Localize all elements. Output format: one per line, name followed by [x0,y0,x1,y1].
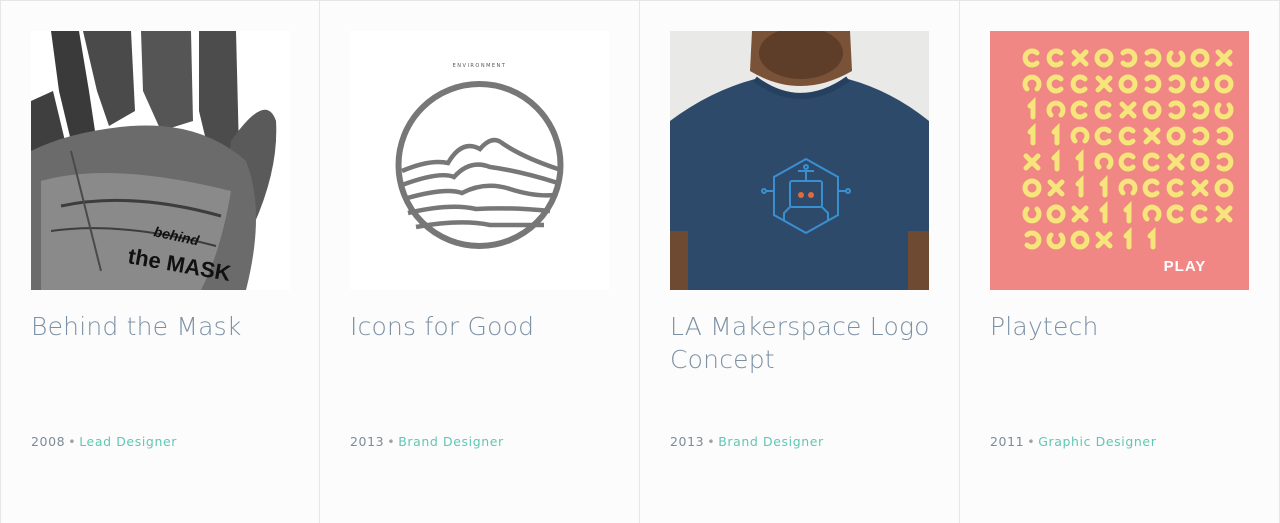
project-thumbnail[interactable]: ENVIRONMENT [350,31,609,290]
project-year: 2011 [990,434,1025,449]
project-thumbnail[interactable]: PLAY [990,31,1249,290]
meta-separator: • [1027,434,1036,449]
project-thumbnail[interactable]: behind the MASK [31,31,290,290]
mountain-circle-icon: ENVIRONMENT [350,31,609,290]
project-card-playtech[interactable]: PLAY Playtech 2011 • Graphic Designer [960,1,1280,523]
project-title[interactable]: Behind the Mask [31,310,291,343]
project-meta: 2011 • Graphic Designer [990,434,1156,449]
hand-icon: behind the MASK [31,31,290,290]
project-role: Brand Designer [398,434,504,449]
project-title[interactable]: Playtech [990,310,1250,343]
project-year: 2013 [670,434,705,449]
meta-separator: • [707,434,716,449]
project-meta: 2008 • Lead Designer [31,434,177,449]
play-label: PLAY [1164,258,1207,275]
environment-label: ENVIRONMENT [453,63,507,69]
play-pattern-icon: PLAY [990,31,1249,290]
project-meta: 2013 • Brand Designer [350,434,504,449]
project-card-icons-for-good[interactable]: ENVIRONMENT Icons for Good 2013 • Brand De… [320,1,640,523]
project-role: Brand Designer [718,434,824,449]
project-title[interactable]: Icons for Good [350,310,610,343]
robot-hexagon-icon [670,31,929,290]
project-year: 2013 [350,434,385,449]
project-card-la-makerspace[interactable]: LA Makerspace Logo Concept 2013 • Brand De… [640,1,960,523]
project-title[interactable]: LA Makerspace Logo Concept [670,310,930,376]
project-grid: behind the MASK Behind the Mask 2008 • Lea… [0,0,1280,523]
project-year: 2008 [31,434,66,449]
project-role: Lead Designer [79,434,177,449]
project-card-behind-the-mask[interactable]: behind the MASK Behind the Mask 2008 • Lea… [0,1,320,523]
project-role: Graphic Designer [1038,434,1157,449]
project-meta: 2013 • Brand Designer [670,434,824,449]
meta-separator: • [68,434,77,449]
project-thumbnail[interactable] [670,31,929,290]
meta-separator: • [387,434,396,449]
